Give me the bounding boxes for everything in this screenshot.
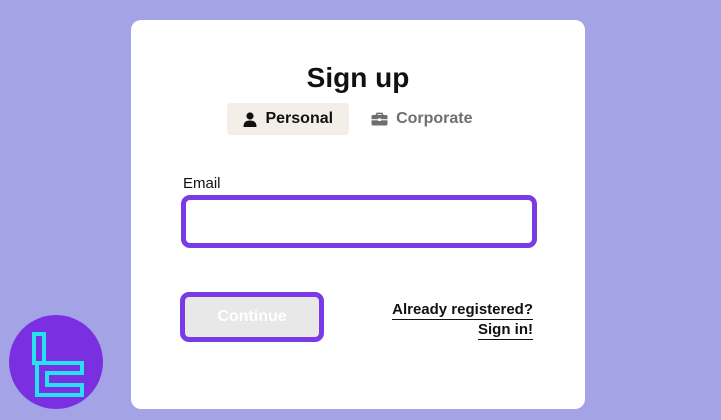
tab-personal[interactable]: Personal bbox=[227, 103, 350, 135]
tab-corporate[interactable]: Corporate bbox=[355, 103, 488, 135]
page: Sign up Personal Corporate Email Continu… bbox=[0, 0, 721, 420]
email-label: Email bbox=[183, 175, 221, 192]
signup-card: Sign up Personal Corporate Email Continu… bbox=[131, 20, 585, 409]
continue-button[interactable]: Continue bbox=[180, 292, 324, 342]
tab-corporate-label: Corporate bbox=[396, 110, 473, 127]
brand-logo bbox=[9, 315, 103, 409]
person-icon bbox=[243, 111, 257, 127]
email-field[interactable] bbox=[181, 195, 537, 248]
logo-mark-icon bbox=[32, 332, 84, 397]
tab-personal-label: Personal bbox=[265, 110, 334, 127]
account-type-tabs: Personal Corporate bbox=[131, 103, 585, 135]
page-title: Sign up bbox=[306, 62, 410, 93]
already-registered-text: Already registered? bbox=[392, 301, 533, 320]
continue-button-label: Continue bbox=[217, 308, 287, 325]
sign-in-link[interactable]: Sign in! bbox=[478, 321, 533, 340]
briefcase-icon bbox=[371, 112, 388, 126]
signin-prompt: Already registered? Sign in! bbox=[392, 300, 533, 340]
